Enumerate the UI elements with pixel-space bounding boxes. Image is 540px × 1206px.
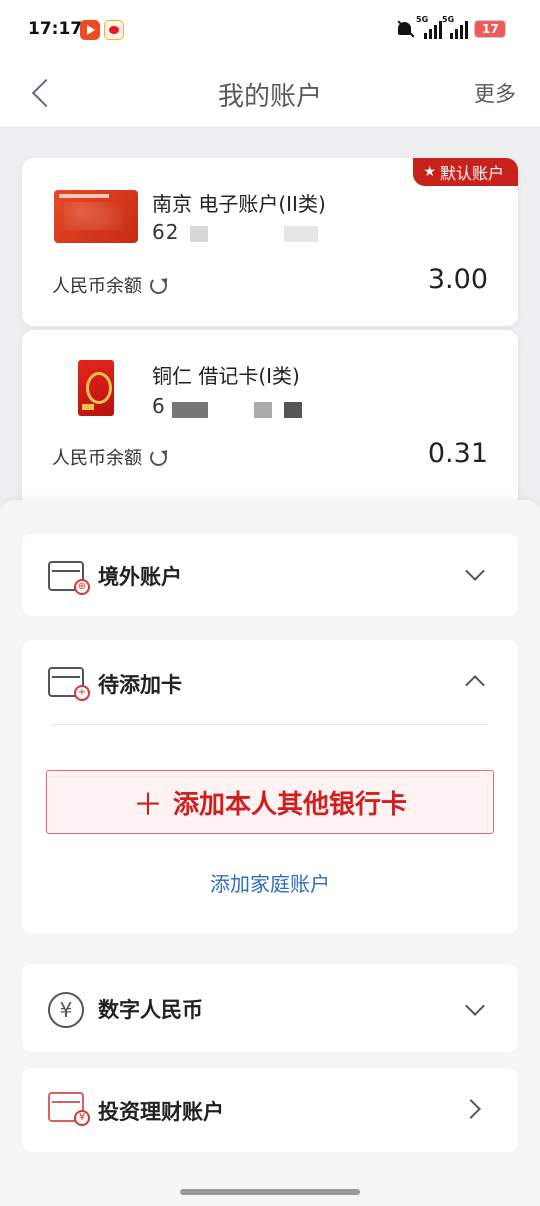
balance-label: 人民币余额 [52,444,167,470]
weibo-app-icon [104,20,124,40]
refresh-icon[interactable] [150,449,167,466]
balance-value: 3.00 [427,264,488,295]
card-image [54,190,138,243]
masked-number [284,226,318,242]
wallet-icon: ¥ [48,1092,90,1126]
mute-icon [394,18,416,40]
more-button[interactable]: 更多 [474,78,516,108]
card-add-icon: + [48,667,90,701]
plus-icon: ＋ [132,788,163,823]
overseas-account-row[interactable]: ⊕ 境外账户 [22,534,518,616]
card-globe-icon: ⊕ [48,561,90,595]
row-label: 投资理财账户 [98,1100,224,1124]
top-nav-bar: 我的账户 更多 [0,62,540,128]
star-icon: ★ [423,164,436,180]
digital-rmb-row[interactable]: ¥ 数字人民币 [22,964,518,1052]
card-name: 南京 电子账户(II类) [152,192,326,216]
chevron-up-icon[interactable] [465,675,485,695]
refresh-icon[interactable] [150,277,167,294]
signal-icon: 5G [416,15,442,39]
masked-number [254,402,272,418]
account-card-nanjing[interactable]: ★ 默认账户 南京 电子账户(II类) 62 人民币余额 3.00 [22,158,518,326]
investment-account-row[interactable]: ¥ 投资理财账户 [22,1068,518,1152]
yuan-coin-icon: ¥ [48,992,84,1028]
balance-value: 0.31 [427,438,488,469]
chevron-down-icon[interactable] [465,561,485,581]
row-label: 境外账户 [98,565,182,589]
row-label: 待添加卡 [98,673,182,697]
pending-cards-section: + 待添加卡 ＋ 添加本人其他银行卡 添加家庭账户 [22,640,518,934]
status-bar: 17:17 5G 5G 17 [0,0,540,62]
battery-icon: 17 [474,20,506,38]
signal-icon-2: 5G [442,15,468,39]
status-time: 17:17 [28,19,83,39]
divider [52,724,488,725]
masked-number [190,226,208,242]
page-title: 我的账户 [217,82,322,112]
account-card-tongren[interactable]: 铜仁 借记卡(I类) 6 人民币余额 0.31 [22,330,518,508]
balance-label: 人民币余额 [52,272,167,298]
masked-number [172,402,208,418]
add-family-account-link[interactable]: 添加家庭账户 [22,868,518,897]
chevron-down-icon[interactable] [465,996,485,1016]
row-label: 数字人民币 [98,998,203,1022]
card-number: 62 [152,220,180,244]
card-name: 铜仁 借记卡(I类) [152,364,300,388]
video-app-icon [80,20,100,40]
card-image [78,360,114,416]
home-indicator[interactable] [180,1189,360,1195]
status-indicators: 5G 5G 17 [394,15,506,40]
default-account-badge: ★ 默认账户 [413,158,518,186]
chevron-right-icon[interactable] [461,1099,481,1119]
masked-number [284,402,302,418]
card-number: 6 [152,394,166,418]
add-other-bank-card-button[interactable]: ＋ 添加本人其他银行卡 [46,770,494,834]
